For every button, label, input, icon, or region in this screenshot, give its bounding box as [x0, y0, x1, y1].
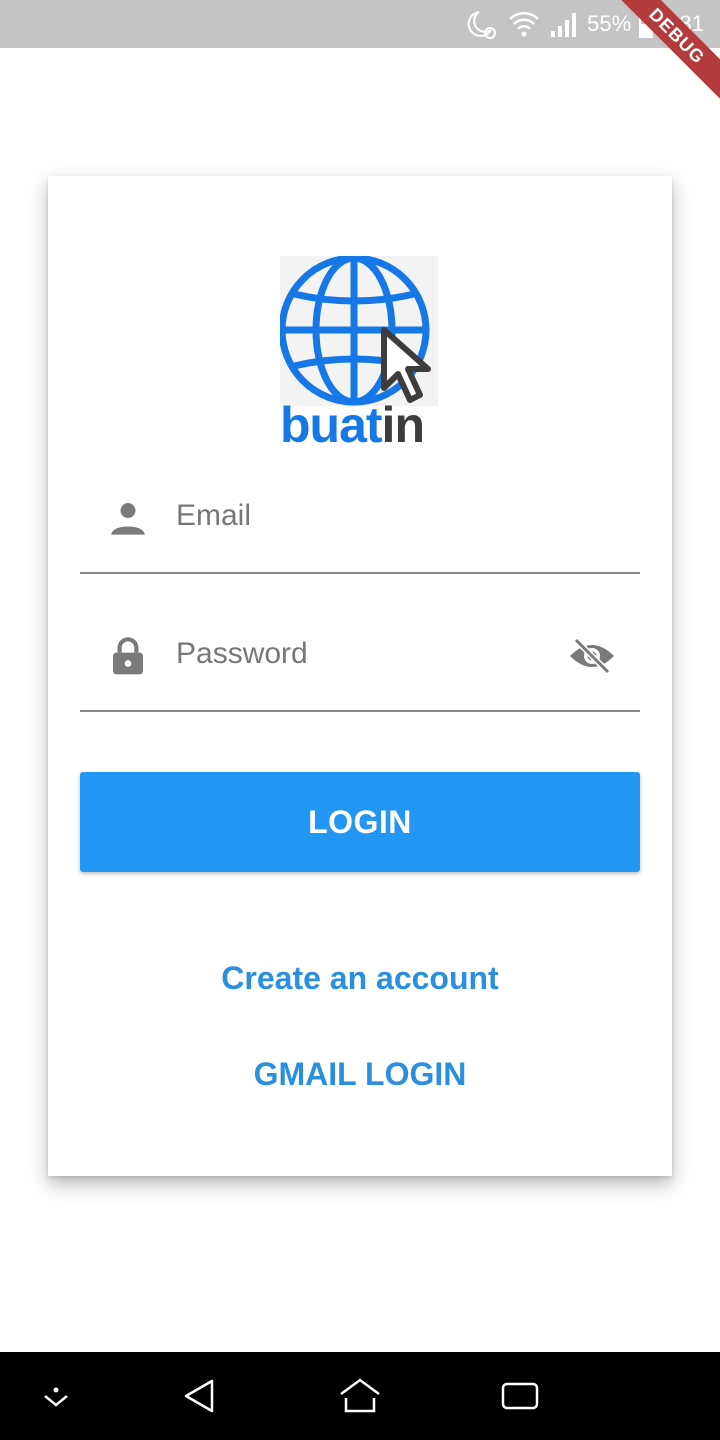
person-icon [111, 503, 145, 535]
battery-percent: 55% [587, 11, 632, 36]
logo-wordmark-dark: in [381, 397, 425, 453]
password-field [80, 612, 640, 712]
signal-icon [551, 13, 577, 37]
wifi-icon [509, 12, 539, 37]
home-icon[interactable] [338, 1376, 382, 1416]
recent-apps-icon[interactable] [500, 1376, 540, 1416]
logo-wordmark-blue: buat [280, 397, 383, 453]
password-input[interactable] [176, 630, 556, 678]
gmail-login-button[interactable]: GMAIL LOGIN [48, 1056, 672, 1093]
app-logo: buatin [280, 256, 440, 462]
email-input[interactable] [176, 492, 556, 540]
hide-nav-chevron-icon[interactable] [36, 1376, 76, 1416]
back-icon[interactable] [180, 1376, 220, 1416]
status-bar: 55% 8:31 DEBUG [0, 0, 720, 107]
do-not-disturb-moon-icon [467, 11, 497, 39]
logo-wordmark: buatin [280, 396, 425, 454]
login-card: buatin LOGIN Create an account GMAIL LOG… [48, 176, 672, 1176]
create-account-link[interactable]: Create an account [48, 960, 672, 997]
navigation-bar [0, 1352, 720, 1440]
lock-icon [113, 637, 143, 675]
visibility-off-icon[interactable] [568, 636, 616, 676]
email-field [80, 474, 640, 574]
globe-cursor-icon [280, 256, 431, 406]
login-button[interactable]: LOGIN [80, 772, 640, 872]
